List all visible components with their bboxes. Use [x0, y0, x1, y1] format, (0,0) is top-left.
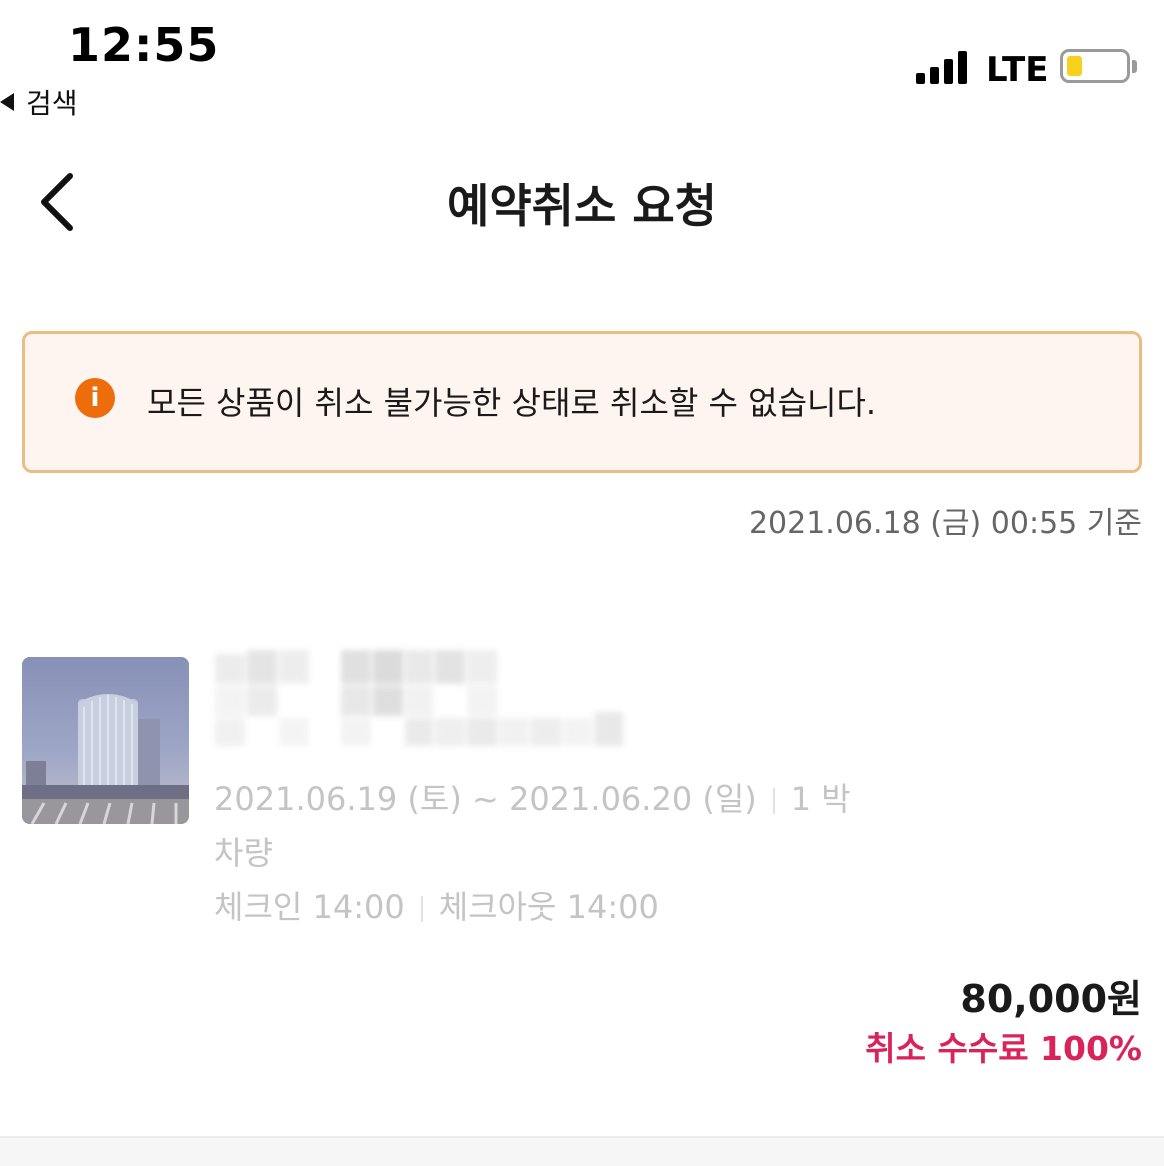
- back-triangle-icon: [0, 93, 14, 111]
- page-title: 예약취소 요청: [447, 179, 717, 233]
- room-type: 차량: [214, 834, 273, 872]
- stay-nights: 1 박: [790, 780, 851, 818]
- battery-icon: [1060, 49, 1130, 83]
- notice-banner: i 모든 상품이 취소 불가능한 상태로 취소할 수 없습니다.: [22, 331, 1142, 473]
- section-divider: [0, 1136, 1164, 1166]
- divider: [420, 896, 423, 922]
- cancel-fee: 취소 수수료 100%: [865, 1029, 1142, 1068]
- cellular-signal-icon: [916, 48, 967, 84]
- stay-dates: 2021.06.19 (토) ~ 2021.06.20 (일): [214, 780, 757, 818]
- back-to-app-label: 검색: [26, 87, 78, 120]
- check-times-row: 체크인 14:00 체크아웃 14:00: [214, 882, 659, 928]
- battery-level-fill: [1067, 56, 1082, 76]
- info-icon: i: [75, 378, 115, 418]
- status-time: 12:55: [68, 18, 220, 72]
- hotel-photo: [22, 657, 189, 824]
- check-in-time: 체크인 14:00: [214, 888, 405, 926]
- back-to-search-app[interactable]: 검색: [0, 82, 78, 122]
- check-out-time: 체크아웃 14:00: [438, 888, 659, 926]
- notice-message: 모든 상품이 취소 불가능한 상태로 취소할 수 없습니다.: [147, 384, 877, 422]
- stay-dates-row: 2021.06.19 (토) ~ 2021.06.20 (일) 1 박: [214, 774, 851, 820]
- divider: [772, 788, 775, 814]
- battery-cap: [1132, 60, 1137, 73]
- as-of-timestamp: 2021.06.18 (금) 00:55 기준: [748, 506, 1142, 541]
- hotel-name-redacted: [215, 650, 623, 746]
- hotel-thumbnail: [22, 657, 189, 824]
- price: 80,000원: [960, 977, 1142, 1021]
- network-type: LTE: [986, 50, 1049, 90]
